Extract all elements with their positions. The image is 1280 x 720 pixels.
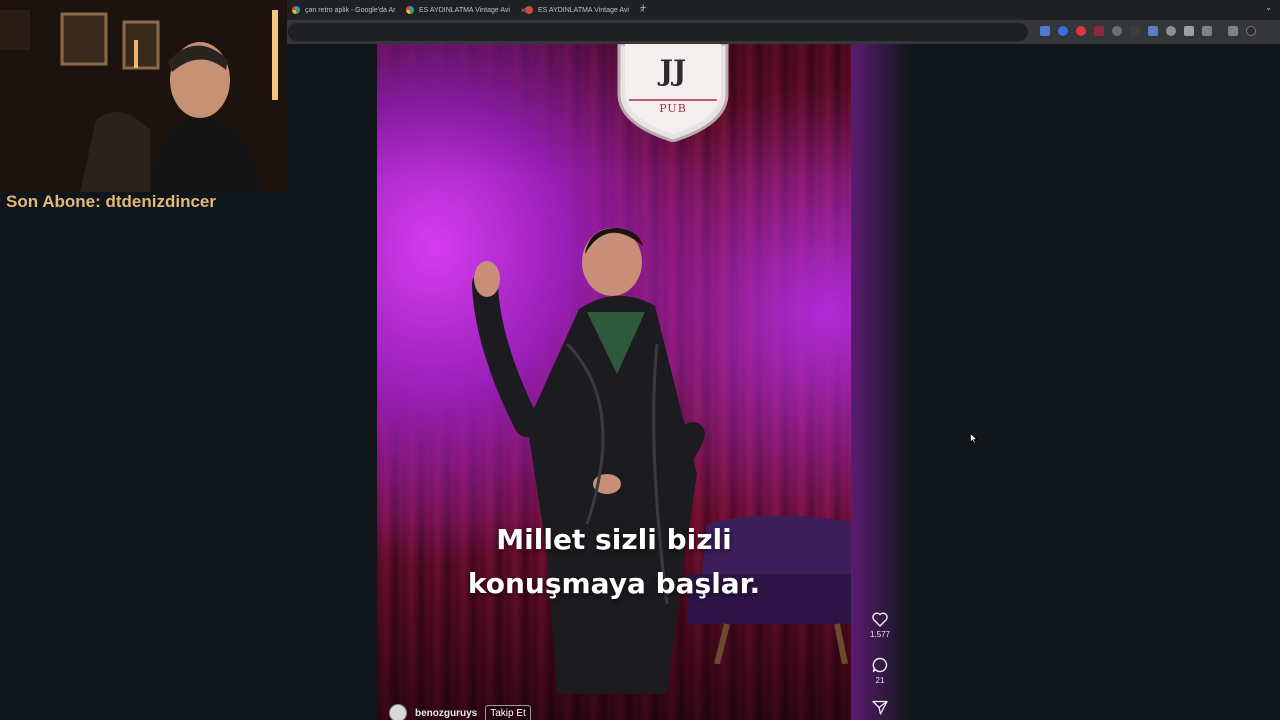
streamer-webcam	[0, 0, 287, 192]
extension-icon[interactable]	[1166, 26, 1176, 36]
author-avatar[interactable]	[389, 704, 407, 720]
webcam-scene	[0, 0, 287, 192]
extension-icon[interactable]	[1058, 26, 1068, 36]
like-count: 1.577	[869, 630, 891, 639]
video-player[interactable]: JJ PUB Millet sizli bizli konuşmaya başl…	[377, 44, 851, 720]
crest-text: JJ	[659, 54, 687, 87]
google-favicon-icon	[406, 6, 414, 14]
comment-action[interactable]: 21	[866, 657, 894, 685]
video-author: benozguruys Takip Et	[389, 704, 531, 720]
follow-button[interactable]: Takip Et	[485, 704, 531, 720]
extension-icon[interactable]	[1094, 26, 1104, 36]
extension-icon[interactable]	[1112, 26, 1122, 36]
new-tab-icon[interactable]: +	[640, 2, 646, 14]
last-subscriber-label: Son Abone: dtdenizdincer	[6, 192, 216, 211]
crest-subtext: PUB	[659, 102, 687, 115]
send-paper-plane-icon[interactable]	[872, 700, 888, 715]
tab-title: çan retro aplik - Google'da Ar	[305, 6, 396, 14]
extensions-puzzle-icon[interactable]	[1202, 26, 1212, 36]
screen: çan retro aplik - Google'da Ar × ES AYDI…	[0, 0, 1280, 720]
video-subtitle: Millet sizli bizli konuşmaya başlar.	[377, 518, 851, 606]
subtitle-line: konuşmaya başlar.	[467, 567, 761, 600]
comment-bubble-icon[interactable]	[872, 657, 888, 673]
extension-icon[interactable]	[1148, 26, 1158, 36]
address-bar[interactable]	[288, 23, 1028, 41]
share-action[interactable]	[866, 700, 894, 718]
site-favicon-icon	[525, 6, 533, 14]
google-favicon-icon	[292, 6, 300, 14]
profile-avatar-icon[interactable]	[1246, 26, 1256, 36]
extension-icon[interactable]	[1076, 26, 1086, 36]
extension-icon[interactable]	[1184, 26, 1194, 36]
tab-search-icon[interactable]: ⌄	[1265, 3, 1272, 12]
subtitle-line: Millet sizli bizli	[496, 523, 732, 556]
heart-icon[interactable]	[872, 612, 888, 627]
tab-title: ES AYDINLATMA Vintage Avi	[538, 6, 629, 14]
extension-icon[interactable]	[1040, 26, 1050, 36]
browser-tab-3[interactable]: ES AYDINLATMA Vintage Avi ×	[517, 0, 653, 20]
media-control-icon[interactable]	[1228, 26, 1238, 36]
comment-count: 21	[875, 676, 885, 685]
tab-title: ES AYDINLATMA Vintage Avi	[419, 6, 510, 14]
browser-tab-2[interactable]: ES AYDINLATMA Vintage Avi ×	[398, 0, 534, 20]
extension-icon[interactable]	[1130, 26, 1140, 36]
mouse-cursor-icon	[970, 433, 978, 444]
like-action[interactable]: 1.577	[866, 612, 894, 639]
author-username[interactable]: benozguruys	[415, 708, 477, 719]
